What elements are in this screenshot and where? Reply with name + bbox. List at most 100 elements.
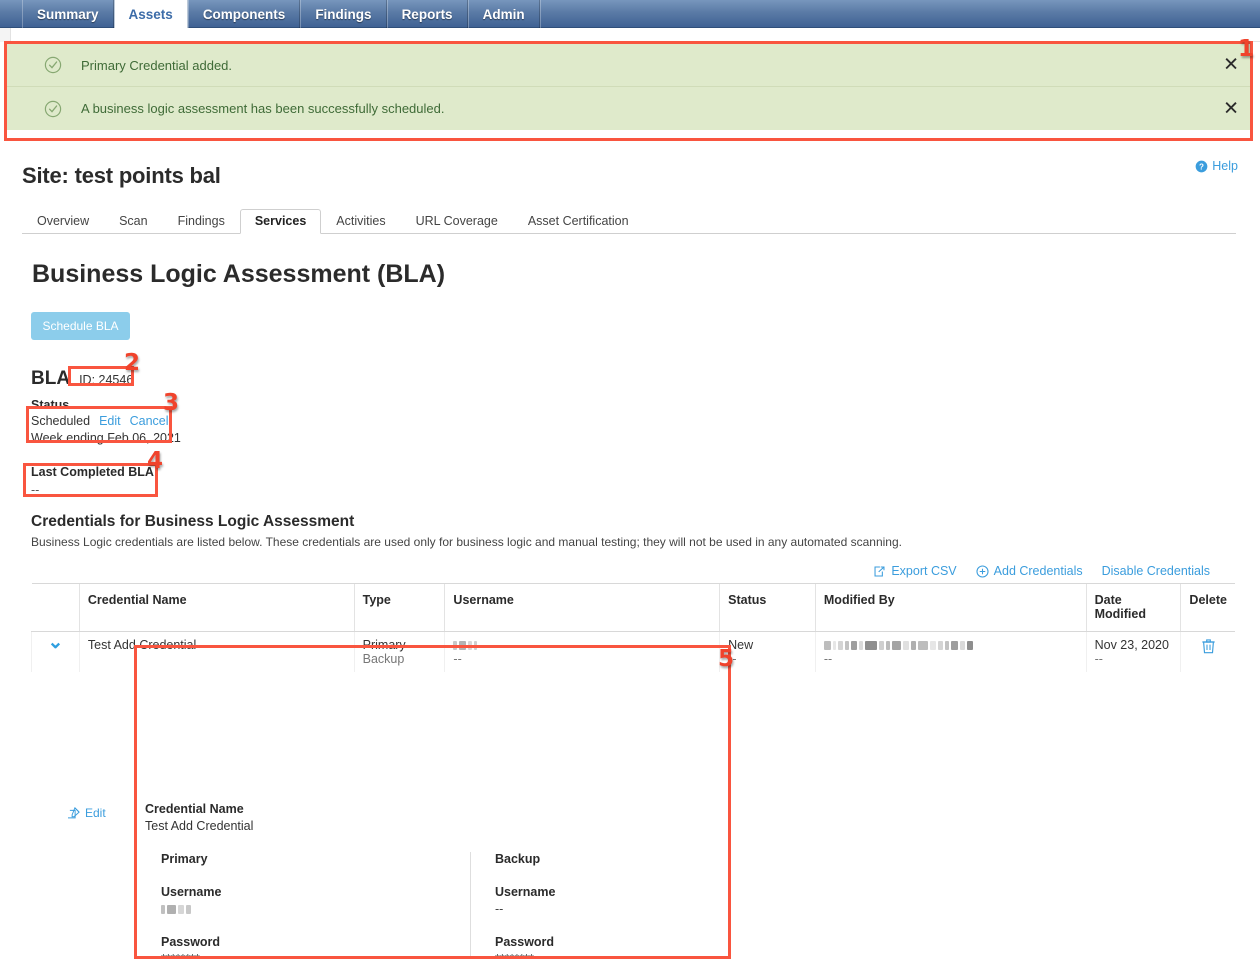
bla-id-row: BLA ID: 24546 <box>31 368 133 390</box>
row-edit-cell: Edit <box>68 806 106 820</box>
nav-tab-components[interactable]: Components <box>187 0 301 28</box>
page-root: Summary Assets Components Findings Reports Ad… <box>0 0 1260 959</box>
status-line: Scheduled Edit Cancel <box>31 414 169 428</box>
tab-asset-certification[interactable]: Asset Certification <box>513 209 644 234</box>
detail-field-label: Password <box>161 935 221 949</box>
action-label: Add Credentials <box>993 564 1083 578</box>
nav-tab-reports[interactable]: Reports <box>386 0 468 28</box>
action-label: Export CSV <box>891 564 957 578</box>
cell-type: Primary Backup <box>353 631 445 672</box>
cell-type-backup: Backup <box>362 652 405 666</box>
schedule-bla-button[interactable]: Schedule BLA <box>31 312 130 340</box>
table-header-modified-by: Modified By <box>814 583 1087 632</box>
detail-field-backup-username: Username -- <box>495 885 699 916</box>
detail-field-label: Username <box>161 885 222 899</box>
edit-label: Edit <box>85 806 106 820</box>
tab-activities[interactable]: Activities <box>321 209 400 234</box>
alert-banner-group: Primary Credential added. ✕ A business log… <box>4 44 1253 130</box>
detail-field-value <box>161 902 374 916</box>
credentials-table-body: ⌄ Test Add Credential Primary Backup -- New --… <box>31 631 1235 672</box>
help-circle-icon: ? <box>1195 160 1208 172</box>
alert-banner-2: A business logic assessment has been suc… <box>4 87 1253 130</box>
nav-tab-summary[interactable]: Summary <box>22 0 114 28</box>
page-title: Site: test points bal <box>22 163 221 188</box>
last-completed-bla-value: -- <box>31 483 40 497</box>
cell-status: New -- <box>719 631 816 672</box>
table-header-credential-name: Credential Name <box>78 583 355 632</box>
check-circle-icon <box>44 100 62 117</box>
detail-field-primary-username: Username <box>161 885 374 916</box>
redacted-value <box>453 638 479 652</box>
alert-banner-1: Primary Credential added. ✕ <box>4 44 1253 87</box>
nav-spacer <box>539 0 1260 28</box>
cell-username-backup: -- <box>453 652 462 666</box>
chevron-down-icon[interactable]: ⌄ <box>47 632 63 653</box>
table-header-date-modified: Date Modified <box>1085 583 1181 632</box>
nav-tab-admin[interactable]: Admin <box>467 0 540 28</box>
status-edit-link[interactable]: Edit <box>99 414 121 428</box>
detail-primary-fields: UsernamePassword********Login Entrance U… <box>161 885 374 959</box>
tab-scan[interactable]: Scan <box>104 209 163 234</box>
cell-type-primary: Primary <box>362 638 406 652</box>
cell-delete <box>1180 631 1235 672</box>
cell-date-backup: -- <box>1094 652 1103 666</box>
status-label: Status <box>31 398 70 412</box>
detail-field-primary-password: Password ******** <box>161 935 374 959</box>
detail-credential-name-value: Test Add Credential <box>145 819 254 833</box>
detail-backup-column: Backup Username--Password********Login E… <box>470 852 699 959</box>
pencil-square-icon <box>68 807 80 819</box>
redacted-value <box>161 902 193 916</box>
svg-text:?: ? <box>1199 162 1204 171</box>
detail-primary-column: Primary UsernamePassword********Login En… <box>145 852 374 959</box>
nav-underbar <box>0 28 1260 42</box>
nav-tab-findings[interactable]: Findings <box>300 0 387 28</box>
action-label: Disable Credentials <box>1101 564 1210 578</box>
nav-tab-assets[interactable]: Assets <box>113 0 188 28</box>
cell-username: -- <box>444 631 720 672</box>
plus-circle-icon <box>976 564 989 578</box>
table-header-type: Type <box>353 583 445 632</box>
table-header-row: Credential Name Type Username Status Modifie… <box>31 583 1235 632</box>
bla-heading: Business Logic Assessment (BLA) <box>32 260 446 288</box>
action-disable-credentials[interactable]: Disable Credentials <box>1102 564 1210 578</box>
cell-date-modified: Nov 23, 2020 -- <box>1085 631 1181 672</box>
alert-close-button[interactable]: ✕ <box>1223 99 1239 118</box>
cell-status-backup: -- <box>728 652 737 666</box>
edit-credential-link[interactable]: Edit <box>68 806 106 820</box>
alert-close-button[interactable]: ✕ <box>1223 55 1239 75</box>
help-link[interactable]: ? Help <box>1195 159 1238 173</box>
export-icon <box>874 566 885 576</box>
cell-modified-by-backup: -- <box>823 652 833 666</box>
cell-status-primary: New <box>728 638 754 652</box>
annotation-number-3: 3 <box>163 390 180 416</box>
tab-url-coverage[interactable]: URL Coverage <box>401 209 513 234</box>
row-expand-toggle[interactable]: ⌄ <box>31 631 80 672</box>
status-week-ending: Week ending Feb 06, 2021 <box>31 431 181 445</box>
table-header-toggle <box>31 583 80 632</box>
section-tabs: Overview Scan Findings Services Activities UR… <box>22 208 1236 234</box>
bla-id-text: ID: 24546 <box>79 373 134 387</box>
tab-services[interactable]: Services <box>239 209 322 234</box>
tab-overview[interactable]: Overview <box>22 209 104 234</box>
help-label: Help <box>1212 159 1238 173</box>
credentials-description: Business Logic credentials are listed be… <box>31 535 902 549</box>
detail-backup-title: Backup <box>495 852 541 866</box>
credentials-heading: Credentials for Business Logic Assessmen… <box>31 513 355 530</box>
bla-label: BLA <box>31 368 71 389</box>
action-export-csv[interactable]: Export CSV <box>873 564 957 578</box>
detail-field-backup-password: Password ******** <box>495 935 699 959</box>
detail-field-value: -- <box>495 902 504 916</box>
table-header-username: Username <box>444 583 720 632</box>
credential-detail-panel: Credential Name Test Add Credential Prim… <box>137 794 728 959</box>
action-add-credentials[interactable]: Add Credentials <box>976 564 1083 578</box>
credentials-table: Credential Name Type Username Status Modifie… <box>31 583 1235 672</box>
status-value: Scheduled <box>31 414 91 428</box>
detail-field-value: ******** <box>495 952 534 959</box>
cell-modified-by: -- <box>814 631 1087 672</box>
trash-icon[interactable] <box>1201 638 1216 654</box>
credentials-table-head: Credential Name Type Username Status Modifie… <box>31 583 1235 632</box>
status-cancel-link[interactable]: Cancel <box>130 414 169 428</box>
alert-message: A business logic assessment has been suc… <box>81 101 445 116</box>
cell-credential-name: Test Add Credential <box>78 631 355 672</box>
tab-findings[interactable]: Findings <box>163 209 240 234</box>
